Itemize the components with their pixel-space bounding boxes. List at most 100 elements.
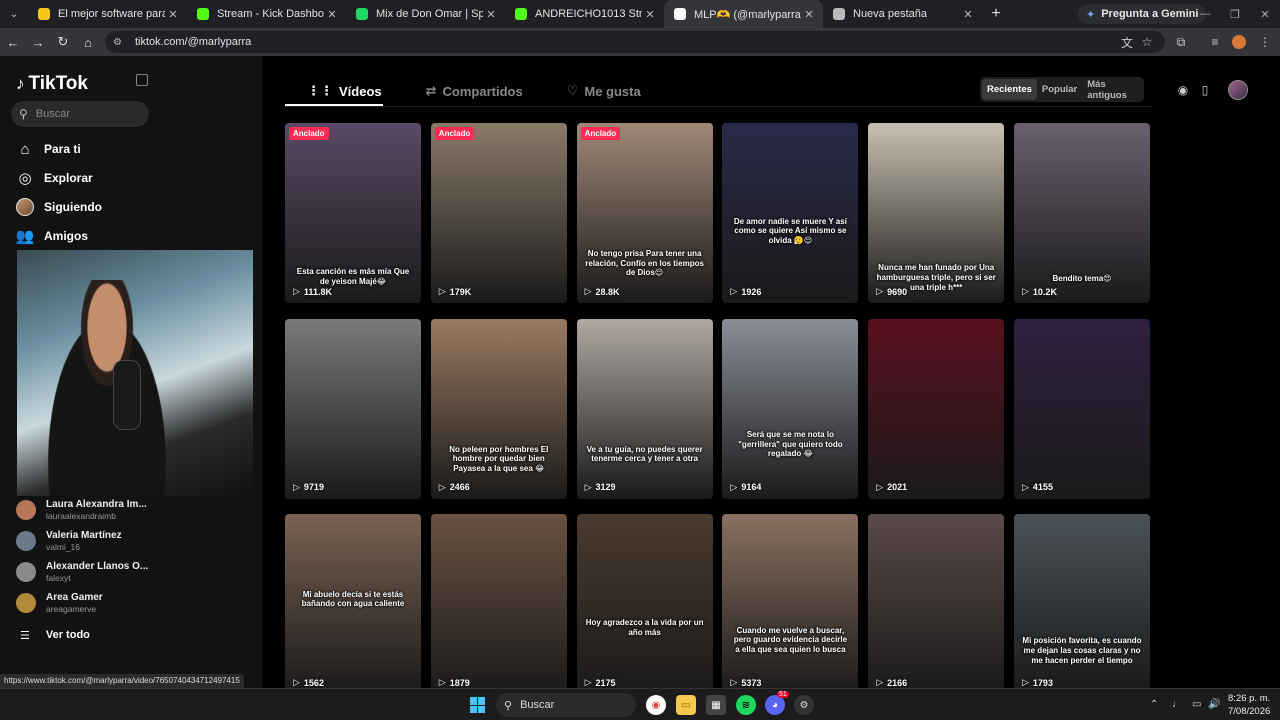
bookmark-star-icon[interactable]: ☆ xyxy=(1136,31,1158,53)
see-all-button[interactable]: ☰ Ver todo xyxy=(20,629,90,642)
video-thumbnail[interactable]: ▷ 2166 xyxy=(868,514,1005,694)
browser-tab[interactable]: MLP🫶 (@marlyparra) | TikTok✕ xyxy=(664,0,823,28)
profile-icon[interactable] xyxy=(1228,31,1250,53)
close-tab-icon[interactable]: ✕ xyxy=(483,8,499,21)
following-account[interactable]: Alexander Llanos O... falexyt xyxy=(16,561,148,583)
taskbar-search[interactable]: ⚲ Buscar xyxy=(496,693,636,717)
nav-siguiendo[interactable]: Siguiendo xyxy=(16,198,102,216)
video-thumbnail[interactable]: Bendito tema😍 ▷ 10.2K xyxy=(1014,123,1150,303)
user-avatar[interactable] xyxy=(1228,80,1248,100)
reading-list-icon[interactable]: ≡ xyxy=(1204,31,1226,53)
view-count: ▷ 4155 xyxy=(1022,481,1053,493)
tab-search-menu-icon[interactable]: ⌄ xyxy=(0,0,28,28)
video-thumbnail[interactable]: ▷ 2021 xyxy=(868,318,1005,499)
following-account[interactable]: Laura Alexandra Im... lauraalexandraimb xyxy=(16,499,147,521)
browser-tab-strip: ⌄ El mejor software para potencia✕Stream… xyxy=(0,0,1280,28)
chrome-icon xyxy=(833,8,845,20)
more-menu-icon[interactable]: ⋮ xyxy=(1254,31,1276,53)
tabs-divider xyxy=(285,106,1153,107)
close-tab-icon[interactable]: ✕ xyxy=(165,8,181,21)
video-thumbnail[interactable]: Nunca me han funado por Una hamburguesa … xyxy=(868,123,1005,303)
heart-icon: ♡ xyxy=(566,83,579,98)
back-icon[interactable]: ← xyxy=(1,30,25,54)
minimize-icon[interactable]: — xyxy=(1190,0,1220,28)
tab-compartidos[interactable]: ⇄ Compartidos xyxy=(404,76,545,106)
video-thumbnail[interactable]: Anclado ▷ 179K xyxy=(430,123,567,303)
view-count: ▷ 1562 xyxy=(293,677,324,688)
video-thumbnail[interactable]: Anclado Esta canción es más mía Que de ye… xyxy=(285,123,421,303)
close-window-icon[interactable]: ✕ xyxy=(1250,0,1280,28)
video-caption: No tengo prisa Para tener una relación, … xyxy=(585,249,704,278)
browser-tab[interactable]: Mix de Don Omar | Spotify Play✕ xyxy=(346,0,505,28)
video-thumbnail[interactable]: Cuando me vuelve a buscar, pero guardo e… xyxy=(722,514,859,694)
video-thumbnail[interactable]: ▷ 1879 xyxy=(430,514,567,694)
taskbar-clock[interactable]: 8:26 p. m. 7/08/2026 xyxy=(1228,693,1270,719)
browser-toolbar: ← → ↻ ⌂ ⚙ tiktok.com/@marlyparra 文 ☆ ⧉ ≡… xyxy=(0,28,1280,56)
video-thumbnail[interactable]: Mi posición favorita, es cuando me dejan… xyxy=(1014,514,1150,694)
device-icon[interactable]: ▯ xyxy=(1195,80,1215,100)
volume-icon[interactable]: 🔊 xyxy=(1208,699,1220,710)
active-tab-indicator xyxy=(285,104,383,106)
forward-icon[interactable]: → xyxy=(26,30,50,54)
sort-mas-antiguos[interactable]: Más antiguos xyxy=(1082,79,1142,101)
gemini-button[interactable]: ✦ Pregunta a Gemini xyxy=(1078,4,1207,24)
play-icon: ▷ xyxy=(876,677,884,687)
spotify-taskbar-icon[interactable]: ≋ xyxy=(736,695,756,715)
network-icon[interactable]: ▭ xyxy=(1192,699,1201,710)
tiktok-logo[interactable]: ♪ TikTok xyxy=(16,73,88,95)
chrome-taskbar-icon[interactable]: ◉ xyxy=(646,695,666,715)
browser-tab[interactable]: Nueva pestaña ✕ xyxy=(823,0,982,28)
settings-taskbar-icon[interactable]: ⚙ xyxy=(794,695,814,715)
play-icon: ▷ xyxy=(1022,286,1029,296)
reload-icon[interactable]: ↻ xyxy=(51,30,75,54)
new-tab-button[interactable]: + xyxy=(982,5,1010,23)
video-thumbnail[interactable]: ▷ 4155 xyxy=(1014,318,1150,499)
nav-para-ti[interactable]: ⌂ Para ti xyxy=(16,140,80,158)
video-thumbnail[interactable]: No peleen por hombres El hombre por qued… xyxy=(430,318,567,499)
tab-me-gusta[interactable]: ♡ Me gusta xyxy=(545,76,663,106)
address-bar[interactable]: ⚙ tiktok.com/@marlyparra xyxy=(105,31,1165,53)
sort-popular[interactable]: Popular xyxy=(1037,79,1082,100)
close-tab-icon[interactable]: ✕ xyxy=(801,8,817,21)
nav-explorar[interactable]: ◎ Explorar xyxy=(16,169,92,187)
store-icon[interactable]: ▦ xyxy=(706,695,726,715)
search-icon: ⚲ xyxy=(19,107,28,121)
following-account[interactable]: Area Gamer areagamerve xyxy=(16,592,103,614)
sort-recientes[interactable]: Recientes xyxy=(982,79,1037,100)
search-icon: ⚲ xyxy=(504,699,513,712)
nav-amigos[interactable]: 👥 Amigos xyxy=(16,227,88,245)
sort-selector: Recientes Popular Más antiguos xyxy=(980,77,1144,102)
video-thumbnail[interactable]: Anclado No tengo prisa Para tener una rel… xyxy=(576,123,713,303)
avatar xyxy=(16,531,36,551)
view-count: ▷ 5373 xyxy=(730,677,762,688)
video-thumbnail[interactable]: Hoy agradezco a la vida por un año más ▷ 2… xyxy=(576,514,713,694)
file-explorer-icon[interactable]: ▭ xyxy=(676,695,696,715)
collapse-sidebar-icon[interactable] xyxy=(136,74,148,86)
video-thumbnail[interactable]: Será que se me nota lo "gerrillera" que … xyxy=(722,318,859,499)
tray-mic-icon[interactable]: ♩ xyxy=(1172,699,1182,710)
browser-tab[interactable]: Stream - Kick Dashboard✕ xyxy=(187,0,346,28)
maximize-icon[interactable]: ❐ xyxy=(1220,0,1250,28)
browser-tab[interactable]: El mejor software para potencia✕ xyxy=(28,0,187,28)
discord-icon[interactable]: ◕ xyxy=(765,695,785,715)
translate-icon[interactable]: 文 xyxy=(1116,31,1138,53)
tray-chevron-icon[interactable]: ⌃ xyxy=(1150,699,1158,710)
view-count: ▷ 2466 xyxy=(438,481,470,493)
following-account[interactable]: Valeria Martínez valmi_16 xyxy=(16,530,122,552)
home-browser-icon[interactable]: ⌂ xyxy=(76,30,100,54)
extensions-icon[interactable]: ⧉ xyxy=(1170,31,1192,53)
compass-right-icon[interactable]: ◉ xyxy=(1173,80,1193,100)
sidebar-search-input[interactable]: ⚲ Buscar xyxy=(11,101,149,127)
close-tab-icon[interactable]: ✕ xyxy=(960,8,976,21)
video-thumbnail[interactable]: Mi abuelo decía si te estás bañando con … xyxy=(285,514,421,694)
video-thumbnail[interactable]: De amor nadie se muere Y así como se qui… xyxy=(722,123,859,303)
close-tab-icon[interactable]: ✕ xyxy=(642,8,658,21)
play-icon: ▷ xyxy=(584,481,592,492)
video-thumbnail[interactable]: ▷ 9719 xyxy=(285,318,421,499)
site-info-icon[interactable]: ⚙ xyxy=(113,37,127,48)
video-thumbnail[interactable]: Ve a tu guía, no puedes querer tenerme c… xyxy=(576,318,713,499)
browser-tab[interactable]: ANDREICHO1013 Stream - Wat✕ xyxy=(505,0,664,28)
tab-videos[interactable]: ⋮⋮ Vídeos xyxy=(285,76,404,106)
close-tab-icon[interactable]: ✕ xyxy=(324,8,340,21)
windows-start-icon[interactable] xyxy=(470,697,486,713)
